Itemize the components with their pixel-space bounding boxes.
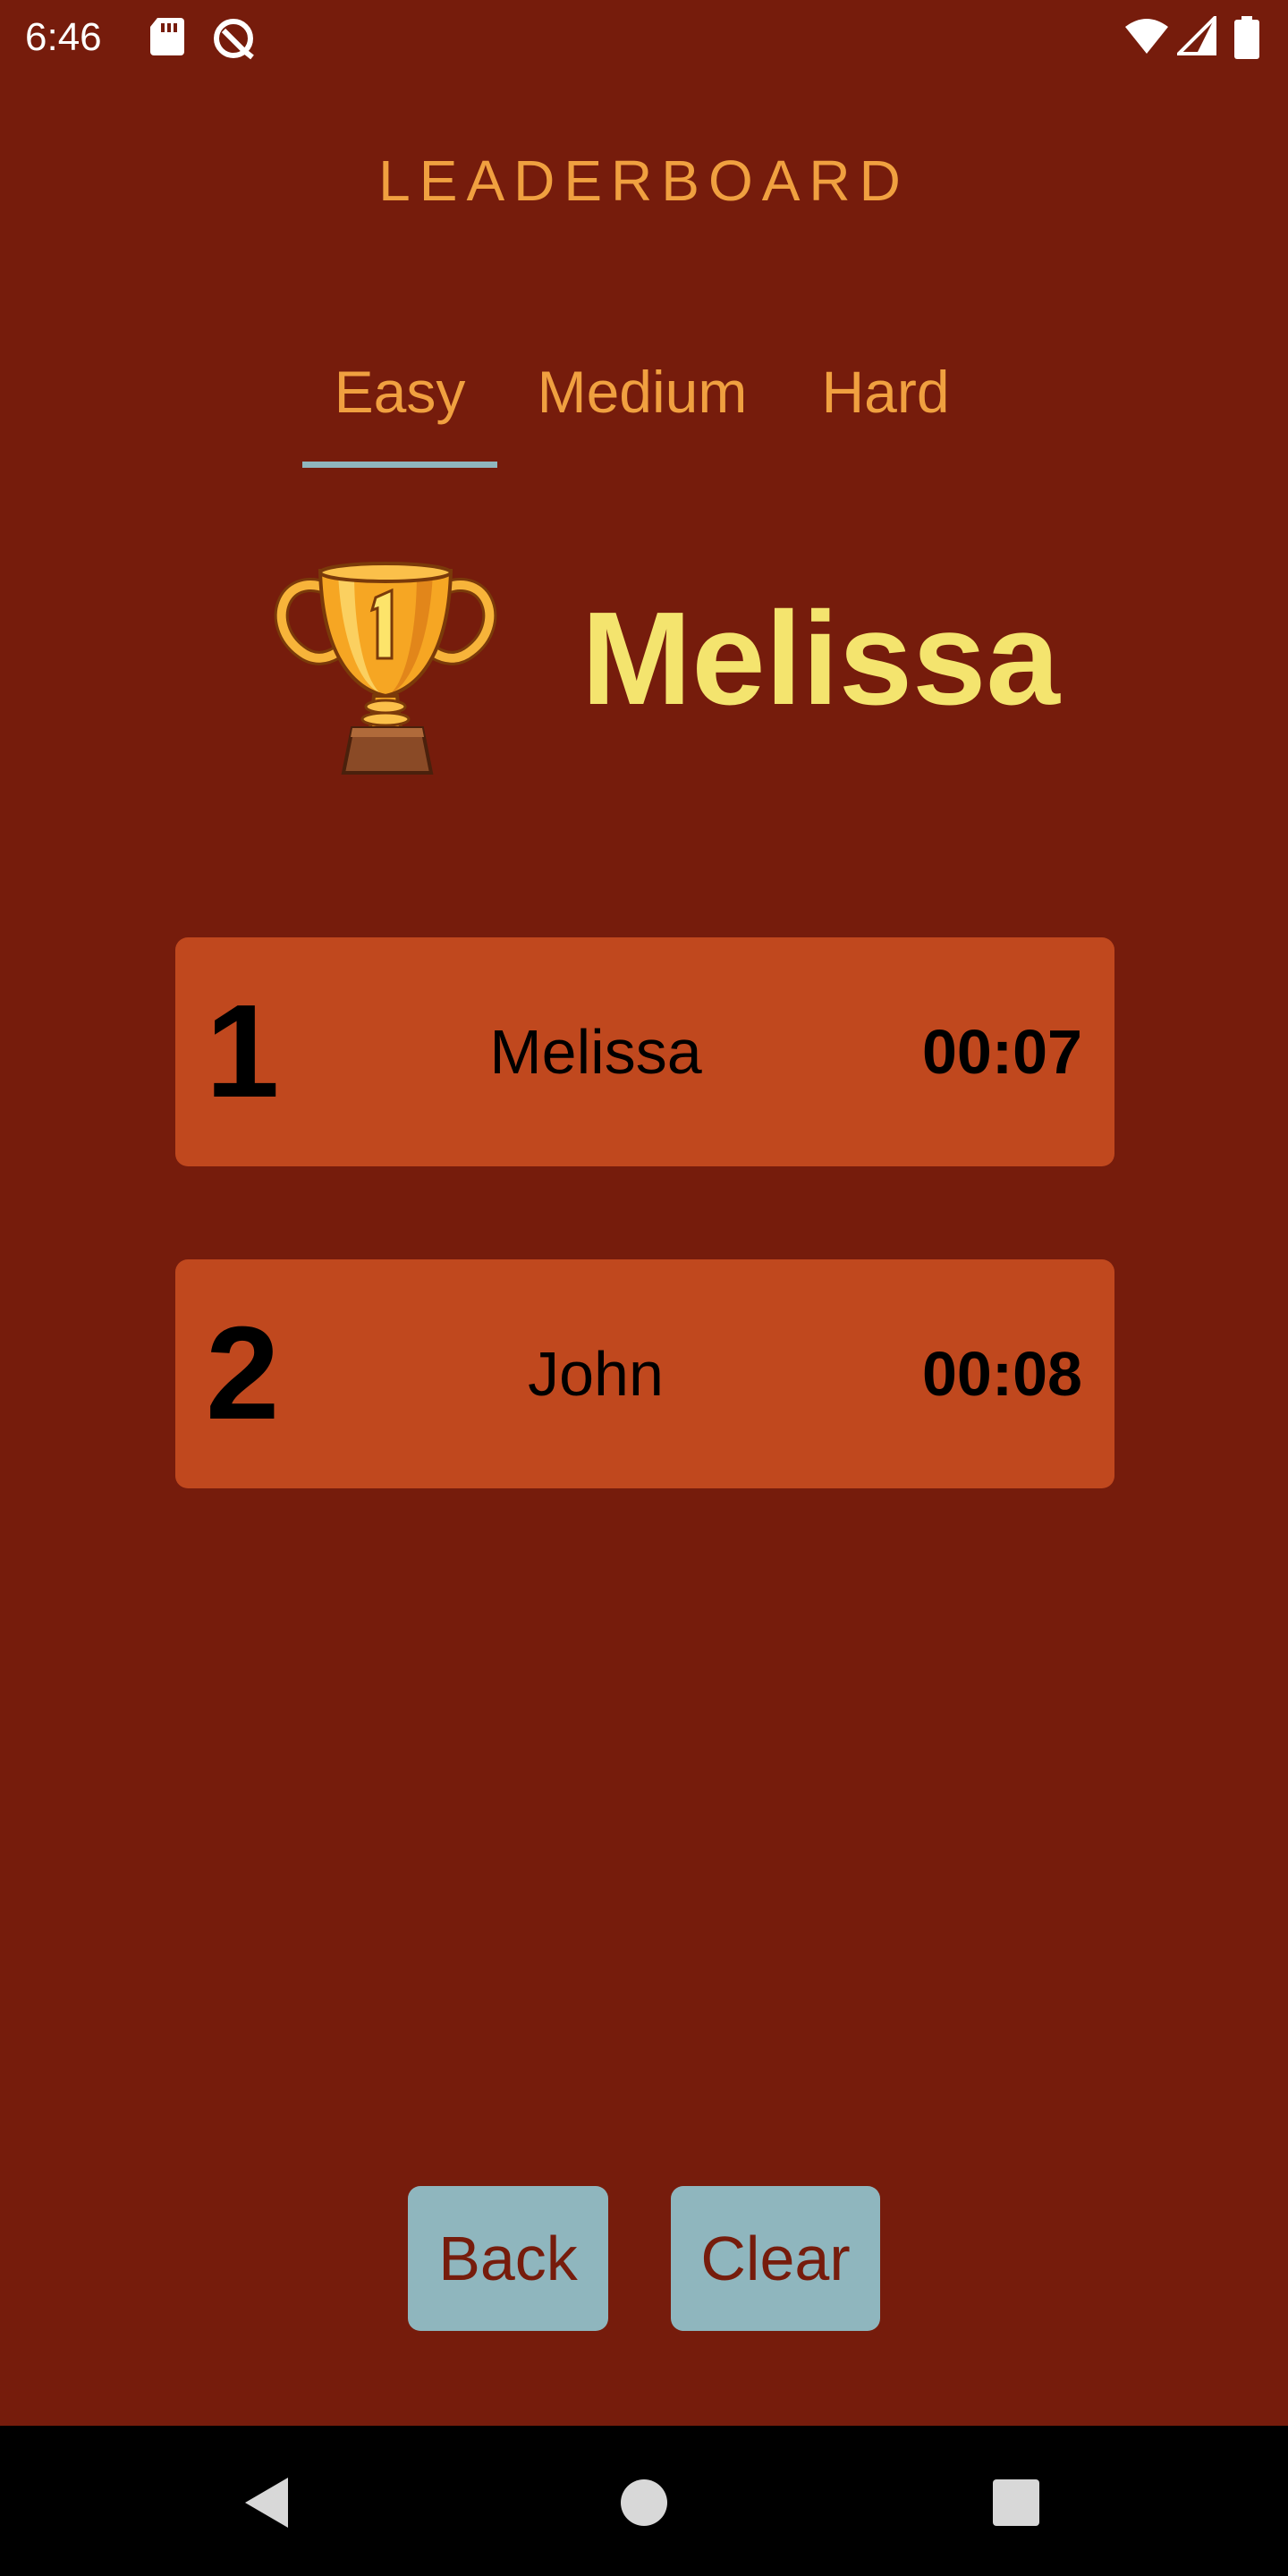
row-time: 00:07 [921, 1017, 1082, 1087]
status-bar: 6:46 [0, 0, 1288, 75]
back-icon[interactable] [242, 2476, 295, 2529]
back-button[interactable]: Back [408, 2186, 608, 2331]
leaderboard-row: 1 Melissa 00:07 [175, 937, 1114, 1166]
difficulty-tabs: Easy Medium Hard [0, 347, 1288, 469]
page-title: LEADERBOARD [378, 148, 910, 213]
row-player-name: John [528, 1339, 664, 1409]
tab-hard-label: Hard [821, 359, 950, 425]
tab-easy[interactable]: Easy [302, 347, 497, 463]
row-player-name: Melissa [489, 1017, 702, 1087]
leaderboard-row: 2 John 00:08 [175, 1259, 1114, 1488]
data-saver-icon [214, 19, 254, 60]
winner-name: Melissa [581, 585, 1060, 733]
navigation-bar [0, 2426, 1288, 2576]
trophy-icon [274, 562, 497, 775]
tab-medium[interactable]: Medium [515, 347, 769, 463]
row-rank: 2 [206, 1300, 280, 1447]
tab-selected-indicator [302, 462, 497, 468]
tab-easy-label: Easy [334, 359, 466, 425]
clear-button[interactable]: Clear [671, 2186, 880, 2331]
row-rank: 1 [206, 978, 280, 1125]
status-time: 6:46 [25, 15, 102, 59]
battery-icon [1234, 16, 1259, 59]
tab-hard[interactable]: Hard [796, 347, 975, 463]
tab-medium-label: Medium [537, 359, 748, 425]
row-time: 00:08 [921, 1339, 1082, 1409]
recents-icon[interactable] [993, 2479, 1039, 2526]
home-icon[interactable] [619, 2478, 669, 2528]
wifi-icon [1125, 19, 1168, 54]
cell-signal-icon [1177, 16, 1216, 55]
sd-card-icon [150, 18, 184, 55]
